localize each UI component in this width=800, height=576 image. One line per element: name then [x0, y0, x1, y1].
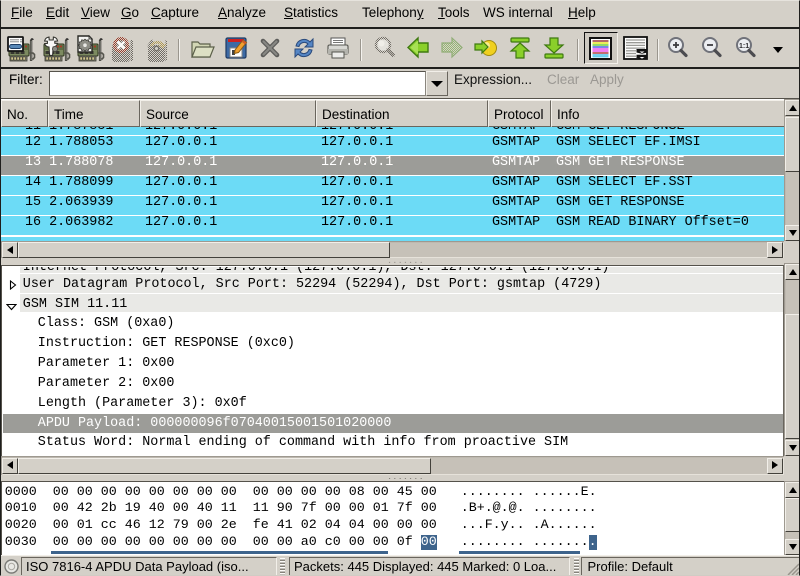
svg-text:1:1: 1:1: [739, 43, 749, 50]
